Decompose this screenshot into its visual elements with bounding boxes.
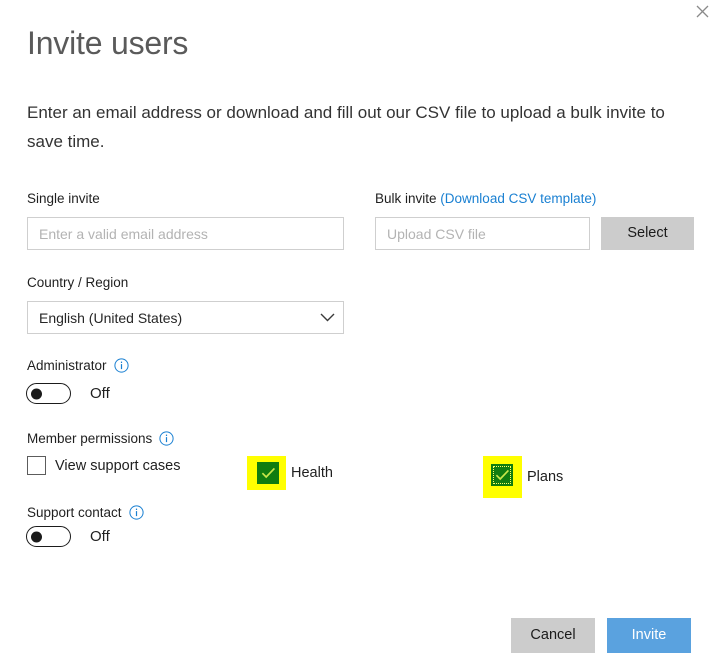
checkbox-plans[interactable] [491,464,513,486]
single-invite-label: Single invite [27,191,100,206]
member-permissions-label: Member permissions [27,431,174,446]
checkbox-health[interactable] [257,462,279,484]
info-icon[interactable] [113,358,129,373]
select-file-button[interactable]: Select [601,217,694,250]
close-icon [696,5,709,18]
checkbox-row-plans: Plans [483,456,563,498]
bulk-invite-label-text: Bulk invite [375,191,437,206]
checkbox-row-view-support-cases: View support cases [27,456,180,475]
country-region-dropdown[interactable]: English (United States) [27,301,344,334]
highlight-health [247,456,286,490]
support-contact-toggle-state: Off [90,528,110,545]
info-icon[interactable] [128,505,144,520]
member-permissions-label-text: Member permissions [27,431,153,446]
administrator-toggle[interactable] [26,383,71,404]
bulk-invite-label: Bulk invite (Download CSV template) [375,191,596,207]
administrator-label-text: Administrator [27,358,107,373]
support-contact-toggle[interactable] [26,526,71,547]
support-contact-label-text: Support contact [27,505,122,520]
checkbox-row-health: Health [247,456,333,490]
page-title: Invite users [27,25,189,61]
administrator-toggle-state: Off [90,385,110,402]
close-button[interactable] [687,0,717,22]
checkbox-label-view-support-cases: View support cases [55,457,181,474]
download-csv-template-link[interactable]: (Download CSV template) [440,191,596,206]
checkbox-view-support-cases[interactable] [27,456,46,475]
cancel-button[interactable]: Cancel [511,618,595,653]
administrator-toggle-row: Off [26,383,110,404]
invite-users-dialog: Invite users Enter an email address or d… [0,0,717,664]
highlight-plans [483,456,522,498]
chevron-down-icon [311,313,343,322]
administrator-label: Administrator [27,358,129,373]
info-icon[interactable] [159,431,174,446]
checkbox-label-plans: Plans [527,469,564,485]
page-description: Enter an email address or download and f… [27,103,665,151]
bulk-invite-input[interactable] [375,217,590,250]
country-region-value: English (United States) [39,309,183,326]
toggle-knob [31,388,42,399]
support-contact-label: Support contact [27,505,144,520]
country-region-label: Country / Region [27,275,129,290]
checkbox-label-health: Health [291,465,333,481]
single-invite-input[interactable] [27,217,344,250]
invite-button[interactable]: Invite [607,618,691,653]
support-contact-toggle-row: Off [26,526,110,547]
toggle-knob [31,531,42,542]
